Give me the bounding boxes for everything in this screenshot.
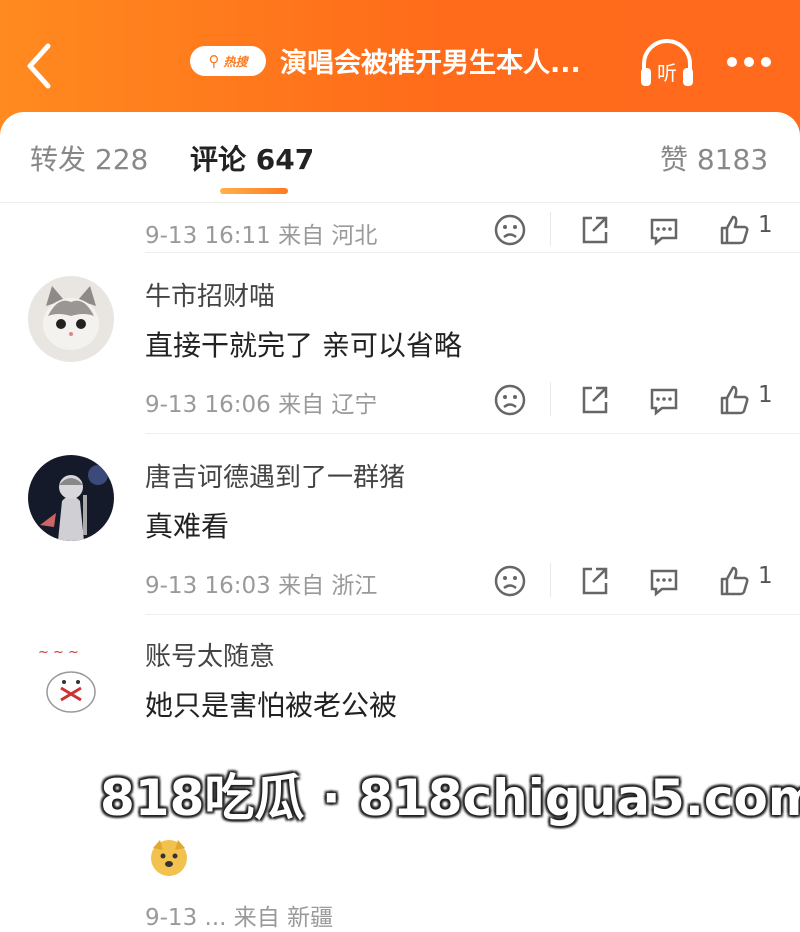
tab-like[interactable]: 赞 8183 xyxy=(660,138,768,178)
comment-meta: 9-13 16:03 来自 浙江 xyxy=(145,573,378,599)
back-icon[interactable] xyxy=(18,38,66,94)
headphones-icon[interactable]: 听 xyxy=(636,38,698,90)
share-icon[interactable] xyxy=(576,212,612,248)
listen-label: 听 xyxy=(657,61,677,85)
comment-username[interactable]: 唐吉诃德遇到了一群猪 xyxy=(145,457,405,494)
share-icon[interactable] xyxy=(576,563,612,599)
comment-username[interactable]: 账号太随意 xyxy=(145,636,275,673)
tab-comment[interactable]: 评论 647 xyxy=(190,138,314,178)
share-icon[interactable] xyxy=(576,382,612,418)
tab-repost[interactable]: 转发 228 xyxy=(30,138,148,178)
tab-bar: 转发 228 评论 647 赞 8183 xyxy=(0,112,800,203)
comment-actions: 1 xyxy=(488,563,788,603)
like-icon[interactable] xyxy=(716,382,752,418)
like-count: 1 xyxy=(758,382,773,408)
comment-meta: 9-13 16:06 来自 辽宁 xyxy=(145,392,378,418)
like-icon[interactable] xyxy=(716,212,752,248)
comment-item: 9-13 16:11 来自 河北 1 xyxy=(0,202,800,252)
reply-icon[interactable] xyxy=(646,563,682,599)
avatar[interactable] xyxy=(28,276,114,362)
watermark: 818吃瓜 · 818chigua5.com xyxy=(100,769,800,827)
comment-text: 她只是害怕被老公被 xyxy=(145,689,398,722)
divider xyxy=(550,212,551,246)
doge-emoji-icon xyxy=(151,840,187,876)
comment-actions: 1 xyxy=(488,382,788,422)
page-title: 演唱会被推开男生本人... xyxy=(280,48,581,79)
divider xyxy=(550,382,551,416)
divider xyxy=(550,563,551,597)
avatar-scribble: ~ ~ ~ xyxy=(38,645,79,660)
comment-item: 唐吉诃德遇到了一群猪 真难看 9-13 16:03 来自 浙江 1 xyxy=(0,433,800,613)
comment-username[interactable]: 牛市招财喵 xyxy=(145,276,275,313)
comment-meta: 9-13 16:11 来自 河北 xyxy=(145,223,378,249)
reply-icon[interactable] xyxy=(646,382,682,418)
search-icon: ⚲ xyxy=(208,52,220,70)
hot-badge-label: 热搜 xyxy=(223,54,248,69)
like-count: 1 xyxy=(758,563,773,589)
hot-search-badge[interactable]: ⚲ 热搜 xyxy=(190,46,266,76)
dislike-face-icon[interactable] xyxy=(492,382,528,418)
avatar[interactable]: ~ ~ ~ xyxy=(28,634,114,720)
reply-icon[interactable] xyxy=(646,212,682,248)
active-tab-indicator xyxy=(220,188,288,194)
dislike-face-icon[interactable] xyxy=(492,212,528,248)
avatar[interactable] xyxy=(28,455,114,541)
comment-meta: 9-13 ... 来自 新疆 xyxy=(145,905,334,931)
comment-item: 牛市招财喵 直接干就完了 亲可以省略 9-13 16:06 来自 辽宁 1 xyxy=(0,252,800,432)
like-icon[interactable] xyxy=(716,563,752,599)
comment-text: 真难看 xyxy=(145,510,230,543)
dislike-face-icon[interactable] xyxy=(492,563,528,599)
like-count: 1 xyxy=(758,212,773,238)
comment-actions: 1 xyxy=(488,212,788,252)
comment-text: 直接干就完了 亲可以省略 xyxy=(145,329,462,362)
more-icon[interactable] xyxy=(724,54,774,70)
